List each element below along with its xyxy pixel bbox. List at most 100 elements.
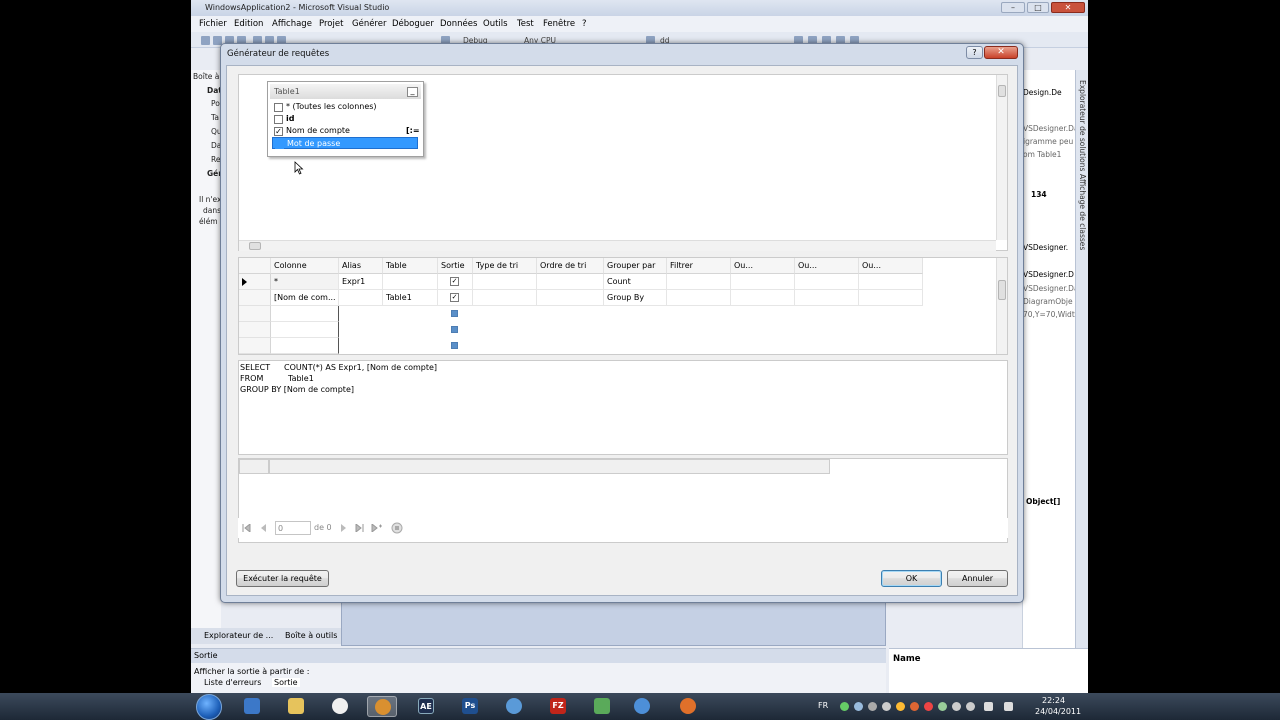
next-record-icon[interactable] — [340, 524, 347, 532]
taskbar-filezilla[interactable]: FZ — [543, 696, 573, 717]
design-dropdown[interactable]: Design.De — [1023, 88, 1062, 97]
cell-ordre-de-tri[interactable] — [537, 290, 604, 306]
diagram-hscroll[interactable] — [239, 240, 996, 251]
row-selector[interactable] — [239, 322, 271, 338]
taskbar-network[interactable] — [499, 696, 529, 717]
page-input[interactable]: 0 — [275, 521, 311, 535]
diagram-vscroll[interactable] — [996, 75, 1007, 240]
cell-sortie[interactable]: ✓ — [438, 290, 473, 306]
cell-grouper-par[interactable]: Count — [604, 274, 667, 290]
stop-icon[interactable] — [391, 522, 403, 534]
grid-header-ou-3[interactable]: Ou... — [859, 258, 923, 274]
grid-header-ou-2[interactable]: Ou... — [795, 258, 859, 274]
diagram-hscroll-thumb[interactable] — [249, 242, 261, 250]
menu-test[interactable]: Test — [517, 19, 534, 29]
column-row-mot-de-passe[interactable]: Mot de passe — [272, 137, 418, 149]
cell-table[interactable]: Table1 — [383, 290, 438, 306]
cell-colonne[interactable] — [271, 322, 339, 338]
taskbar-after-effects[interactable]: AE — [411, 696, 441, 717]
side-tab-labels[interactable]: Explorateur de solutions Affichage de cl… — [1078, 80, 1087, 250]
taskbar-folder[interactable] — [237, 696, 267, 717]
row-selector[interactable] — [239, 306, 271, 322]
cell-sortie[interactable]: ✓ — [438, 274, 473, 290]
diagram-vscroll-thumb[interactable] — [998, 85, 1006, 97]
cell-ordre-de-tri[interactable] — [537, 274, 604, 290]
menu-fichier[interactable]: Fichier — [199, 19, 227, 29]
new-record-icon[interactable] — [371, 524, 383, 532]
menu-generer[interactable]: Générer — [352, 19, 386, 29]
tab-toolbox[interactable]: Boîte à outils — [285, 631, 337, 640]
cell-ou[interactable] — [731, 290, 795, 306]
taskbar-safari[interactable] — [627, 696, 657, 717]
column-row-nom-de-compte[interactable]: ✓ Nom de compte [:= — [272, 125, 420, 137]
grid-header-table[interactable]: Table — [383, 258, 438, 274]
cell-ou[interactable] — [795, 290, 859, 306]
volume-tray-icon[interactable] — [1004, 702, 1013, 711]
tab-solution-explorer[interactable]: Explorateur de ... — [204, 631, 273, 640]
menu-deboguer[interactable]: Déboguer — [392, 19, 434, 29]
taskbar-visual-studio[interactable] — [367, 696, 397, 717]
tray-icon[interactable] — [910, 702, 919, 711]
start-button[interactable] — [196, 694, 222, 720]
menu-edition[interactable]: Edition — [234, 19, 263, 29]
new-project-icon[interactable] — [201, 36, 210, 45]
output-checkbox[interactable] — [451, 310, 458, 317]
checkbox-id[interactable] — [274, 115, 283, 124]
output-checkbox[interactable] — [451, 342, 458, 349]
sql-pane[interactable]: SELECT COUNT(*) AS Expr1, [Nom de compte… — [238, 360, 1008, 455]
menu-fenetre[interactable]: Fenêtre — [543, 19, 575, 29]
cell-ou[interactable] — [859, 274, 923, 290]
cell-ou[interactable] — [795, 274, 859, 290]
cell-filtrer[interactable] — [667, 274, 731, 290]
tray-icon[interactable] — [896, 702, 905, 711]
cell-table[interactable] — [383, 274, 438, 290]
clock-date[interactable]: 24/04/2011 — [1035, 707, 1081, 716]
menu-projet[interactable]: Projet — [319, 19, 343, 29]
tray-icon[interactable] — [840, 702, 849, 711]
language-indicator[interactable]: FR — [818, 701, 828, 710]
table-minimize-button[interactable]: _ — [407, 87, 418, 97]
cell-alias[interactable] — [339, 290, 383, 306]
menu-outils[interactable]: Outils — [483, 19, 508, 29]
checkbox-nom-de-compte[interactable]: ✓ — [274, 127, 283, 136]
minimize-button[interactable]: – — [1001, 2, 1025, 13]
cell-alias[interactable]: Expr1 — [339, 274, 383, 290]
grid-header-type-de-tri[interactable]: Type de tri — [473, 258, 537, 274]
grid-vscroll-thumb[interactable] — [998, 280, 1006, 300]
taskbar-photoshop[interactable]: Ps — [455, 696, 485, 717]
taskbar-explorer[interactable] — [281, 696, 311, 717]
cell-colonne[interactable] — [271, 306, 339, 322]
previous-record-icon[interactable] — [260, 524, 267, 532]
dialog-help-button[interactable]: ? — [966, 46, 983, 59]
grid-header-ordre-de-tri[interactable]: Ordre de tri — [537, 258, 604, 274]
cell-colonne[interactable]: * — [271, 274, 339, 290]
ok-button[interactable]: OK — [881, 570, 942, 587]
cell-filtrer[interactable] — [667, 290, 731, 306]
close-button[interactable]: ✕ — [1051, 2, 1085, 13]
cell-grouper-par[interactable]: Group By — [604, 290, 667, 306]
tab-output[interactable]: Sortie — [272, 678, 300, 687]
column-row-all[interactable]: * (Toutes les colonnes) — [272, 101, 418, 113]
cell-type-de-tri[interactable] — [473, 274, 537, 290]
clock-time[interactable]: 22:24 — [1042, 696, 1065, 705]
taskbar-media[interactable] — [325, 696, 355, 717]
tray-icon[interactable] — [924, 702, 933, 711]
network-tray-icon[interactable] — [984, 702, 993, 711]
dialog-close-button[interactable]: ✕ — [984, 46, 1018, 59]
output-checkbox[interactable]: ✓ — [450, 293, 459, 302]
menu-help[interactable]: ? — [582, 19, 587, 29]
criteria-grid-pane[interactable]: Colonne Alias Table Sortie Type de tri O… — [238, 257, 1008, 355]
tab-error-list[interactable]: Liste d'erreurs — [204, 678, 261, 687]
toolbox-item-pointer[interactable]: Po — [211, 99, 220, 108]
tray-icon[interactable] — [882, 702, 891, 711]
checkbox-all-columns[interactable] — [274, 103, 283, 112]
row-selector[interactable] — [239, 290, 271, 306]
cell-type-de-tri[interactable] — [473, 290, 537, 306]
menu-donnees[interactable]: Données — [440, 19, 477, 29]
grid-header-filtrer[interactable]: Filtrer — [667, 258, 731, 274]
row-selector[interactable] — [239, 338, 271, 354]
taskbar-puzzle[interactable] — [587, 696, 617, 717]
table-box[interactable]: Table1 _ * (Toutes les colonnes) id ✓ No… — [267, 81, 424, 157]
grid-header-ou-1[interactable]: Ou... — [731, 258, 795, 274]
output-checkbox[interactable]: ✓ — [450, 277, 459, 286]
